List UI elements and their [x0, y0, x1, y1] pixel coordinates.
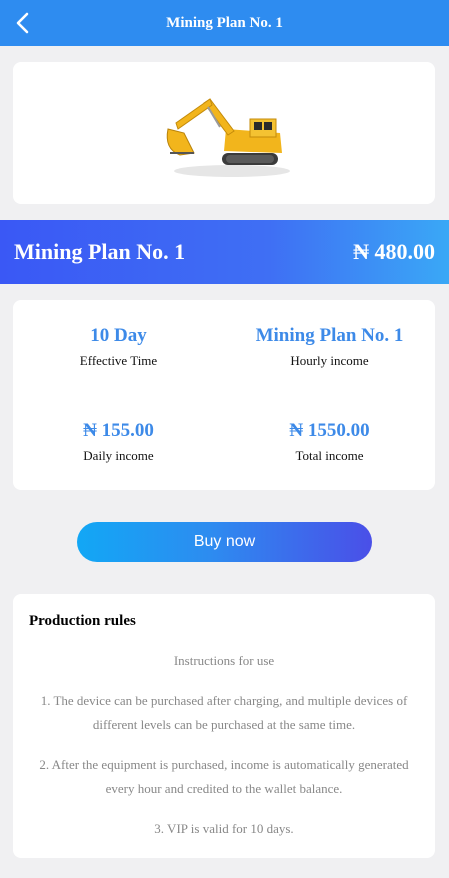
stat-daily-income: ₦ 155.00 Daily income [13, 419, 224, 465]
stat-label: Daily income [83, 448, 154, 463]
excavator-icon [166, 98, 290, 177]
stat-value: 10 Day [90, 325, 147, 346]
stat-label: Total income [295, 448, 364, 463]
stat-total-income: ₦ 1550.00 Total income [224, 419, 435, 465]
page-title: Mining Plan No. 1 [166, 14, 283, 31]
stat-effective-time: 10 Day Effective Time [13, 324, 224, 370]
stats-card: 10 Day Effective Time Mining Plan No. 1 … [13, 300, 435, 490]
plan-banner: Mining Plan No. 1 ₦ 480.00 [0, 220, 449, 284]
stat-value: ₦ 1550.00 [289, 420, 370, 441]
top-bar: Mining Plan No. 1 [0, 0, 449, 46]
rules-subtitle: Instructions for use [173, 653, 275, 668]
plan-name: Mining Plan No. 1 [14, 239, 186, 264]
stat-label: Hourly income [290, 353, 369, 368]
stat-label: Effective Time [79, 353, 158, 368]
rule-item: 3. VIP is valid for 10 days. [154, 821, 294, 836]
plan-price: ₦ 480.00 [353, 239, 435, 264]
rules-title: Production rules [29, 613, 136, 629]
rule-item: 2. After the equipment is purchased, inc… [39, 757, 409, 796]
rules-card: Production rules Instructions for use 1.… [13, 594, 435, 858]
stat-value: Mining Plan No. 1 [255, 325, 404, 346]
chevron-left-icon [16, 12, 29, 34]
rule-item: 1. The device can be purchased after cha… [40, 693, 408, 732]
back-button[interactable] [8, 8, 38, 38]
product-image-card [13, 62, 435, 204]
stat-value: ₦ 155.00 [83, 420, 154, 441]
buy-now-button[interactable]: Buy now [77, 522, 372, 562]
stat-hourly-income: Mining Plan No. 1 Hourly income [224, 324, 435, 370]
